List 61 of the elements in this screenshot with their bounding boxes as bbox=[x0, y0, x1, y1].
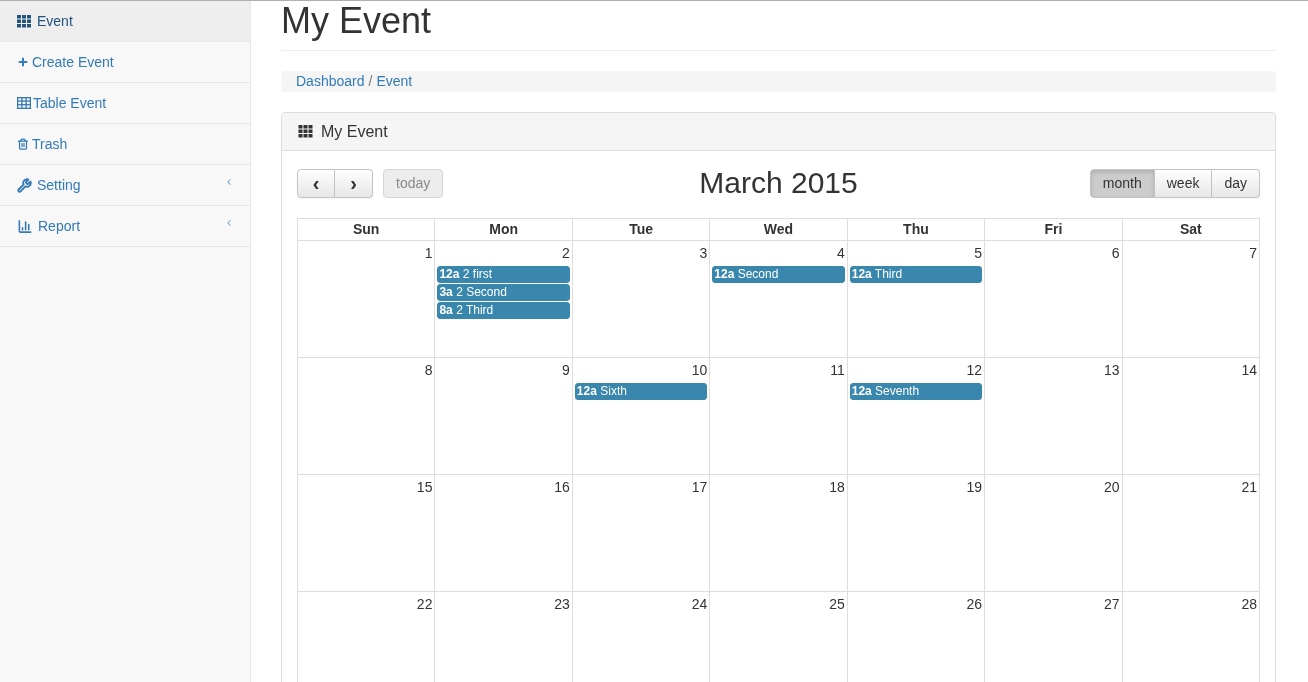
day-number: 14 bbox=[1241, 361, 1257, 380]
day-number: 12 bbox=[966, 361, 983, 380]
day-number: 2 bbox=[562, 244, 570, 263]
day-number: 8 bbox=[424, 361, 433, 380]
table-icon bbox=[17, 97, 31, 109]
day-number: 16 bbox=[554, 478, 570, 497]
day-number: 19 bbox=[966, 478, 983, 497]
page-title: My Event bbox=[281, 1, 432, 41]
day-number: 11 bbox=[830, 361, 845, 380]
calendar-title: March 2015 bbox=[699, 166, 858, 200]
day-number: 17 bbox=[691, 478, 708, 497]
weekday-header: Mon bbox=[435, 219, 573, 241]
day-number: 27 bbox=[1104, 595, 1120, 614]
event-chip[interactable]: 8a 2 Third bbox=[437, 302, 570, 319]
event-chip[interactable]: 12a Third bbox=[849, 266, 983, 283]
bar-chart-icon bbox=[17, 218, 33, 234]
day-number: 20 bbox=[1104, 478, 1120, 497]
event-chip[interactable]: 12a Sixth bbox=[574, 383, 708, 400]
previous-button[interactable]: ‹ bbox=[297, 168, 335, 198]
day-number: 21 bbox=[1241, 478, 1257, 497]
weekday-header: Sun bbox=[298, 219, 436, 241]
weekday-header: Tue bbox=[572, 219, 711, 241]
day-number: 18 bbox=[829, 478, 845, 497]
day-number: 6 bbox=[1111, 244, 1120, 263]
grid-icon bbox=[298, 125, 313, 138]
wrench-icon bbox=[17, 177, 32, 193]
breadcrumb-separator: / bbox=[367, 72, 374, 91]
day-number: 7 bbox=[1249, 244, 1257, 263]
day-number: 10 bbox=[691, 361, 708, 380]
event-chip[interactable]: 12a Second bbox=[712, 266, 845, 283]
event-chip[interactable]: 12a 2 first bbox=[437, 266, 570, 283]
weekday-header: Thu bbox=[847, 219, 986, 241]
day-number: 28 bbox=[1241, 595, 1257, 614]
plus-icon bbox=[17, 56, 29, 68]
panel-title: My Event bbox=[321, 121, 388, 142]
trash-icon bbox=[17, 137, 29, 151]
day-number: 22 bbox=[416, 595, 433, 614]
day-number: 25 bbox=[829, 595, 845, 614]
breadcrumb-link[interactable]: Dashboard bbox=[296, 71, 365, 92]
day-number: 4 bbox=[836, 244, 845, 263]
weekday-header: Fri bbox=[985, 219, 1123, 241]
day-number: 5 bbox=[974, 244, 983, 263]
event-chip[interactable]: 12a Seventh bbox=[849, 383, 983, 400]
event-chip[interactable]: 3a 2 Second bbox=[437, 284, 570, 301]
day-number: 13 bbox=[1104, 361, 1120, 380]
next-button[interactable]: › bbox=[335, 168, 373, 198]
day-number: 26 bbox=[966, 595, 983, 614]
view-button[interactable]: week bbox=[1154, 168, 1213, 198]
view-button[interactable]: day bbox=[1212, 168, 1260, 198]
day-number: 15 bbox=[416, 478, 433, 497]
day-number: 1 bbox=[424, 244, 433, 263]
sidebar-item[interactable]: Event bbox=[0, 1, 250, 42]
breadcrumb-link[interactable]: Event bbox=[376, 71, 413, 92]
day-number: 23 bbox=[554, 595, 570, 614]
weekday-header: Wed bbox=[710, 219, 848, 241]
day-number: 3 bbox=[699, 244, 708, 263]
view-button[interactable]: month bbox=[1089, 168, 1155, 198]
weekday-header: Sat bbox=[1122, 219, 1260, 241]
grid-icon bbox=[17, 14, 31, 28]
day-number: 24 bbox=[691, 595, 708, 614]
day-number: 9 bbox=[562, 361, 570, 380]
